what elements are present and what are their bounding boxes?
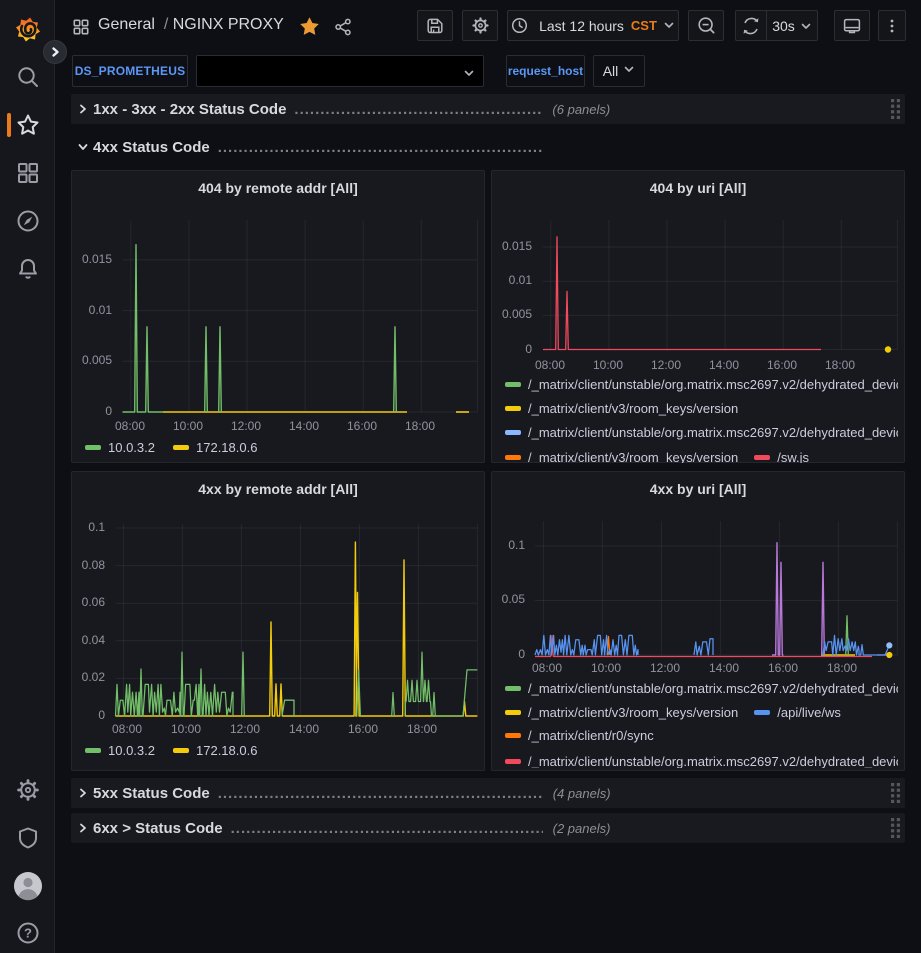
svg-text:?: ? xyxy=(24,926,32,941)
